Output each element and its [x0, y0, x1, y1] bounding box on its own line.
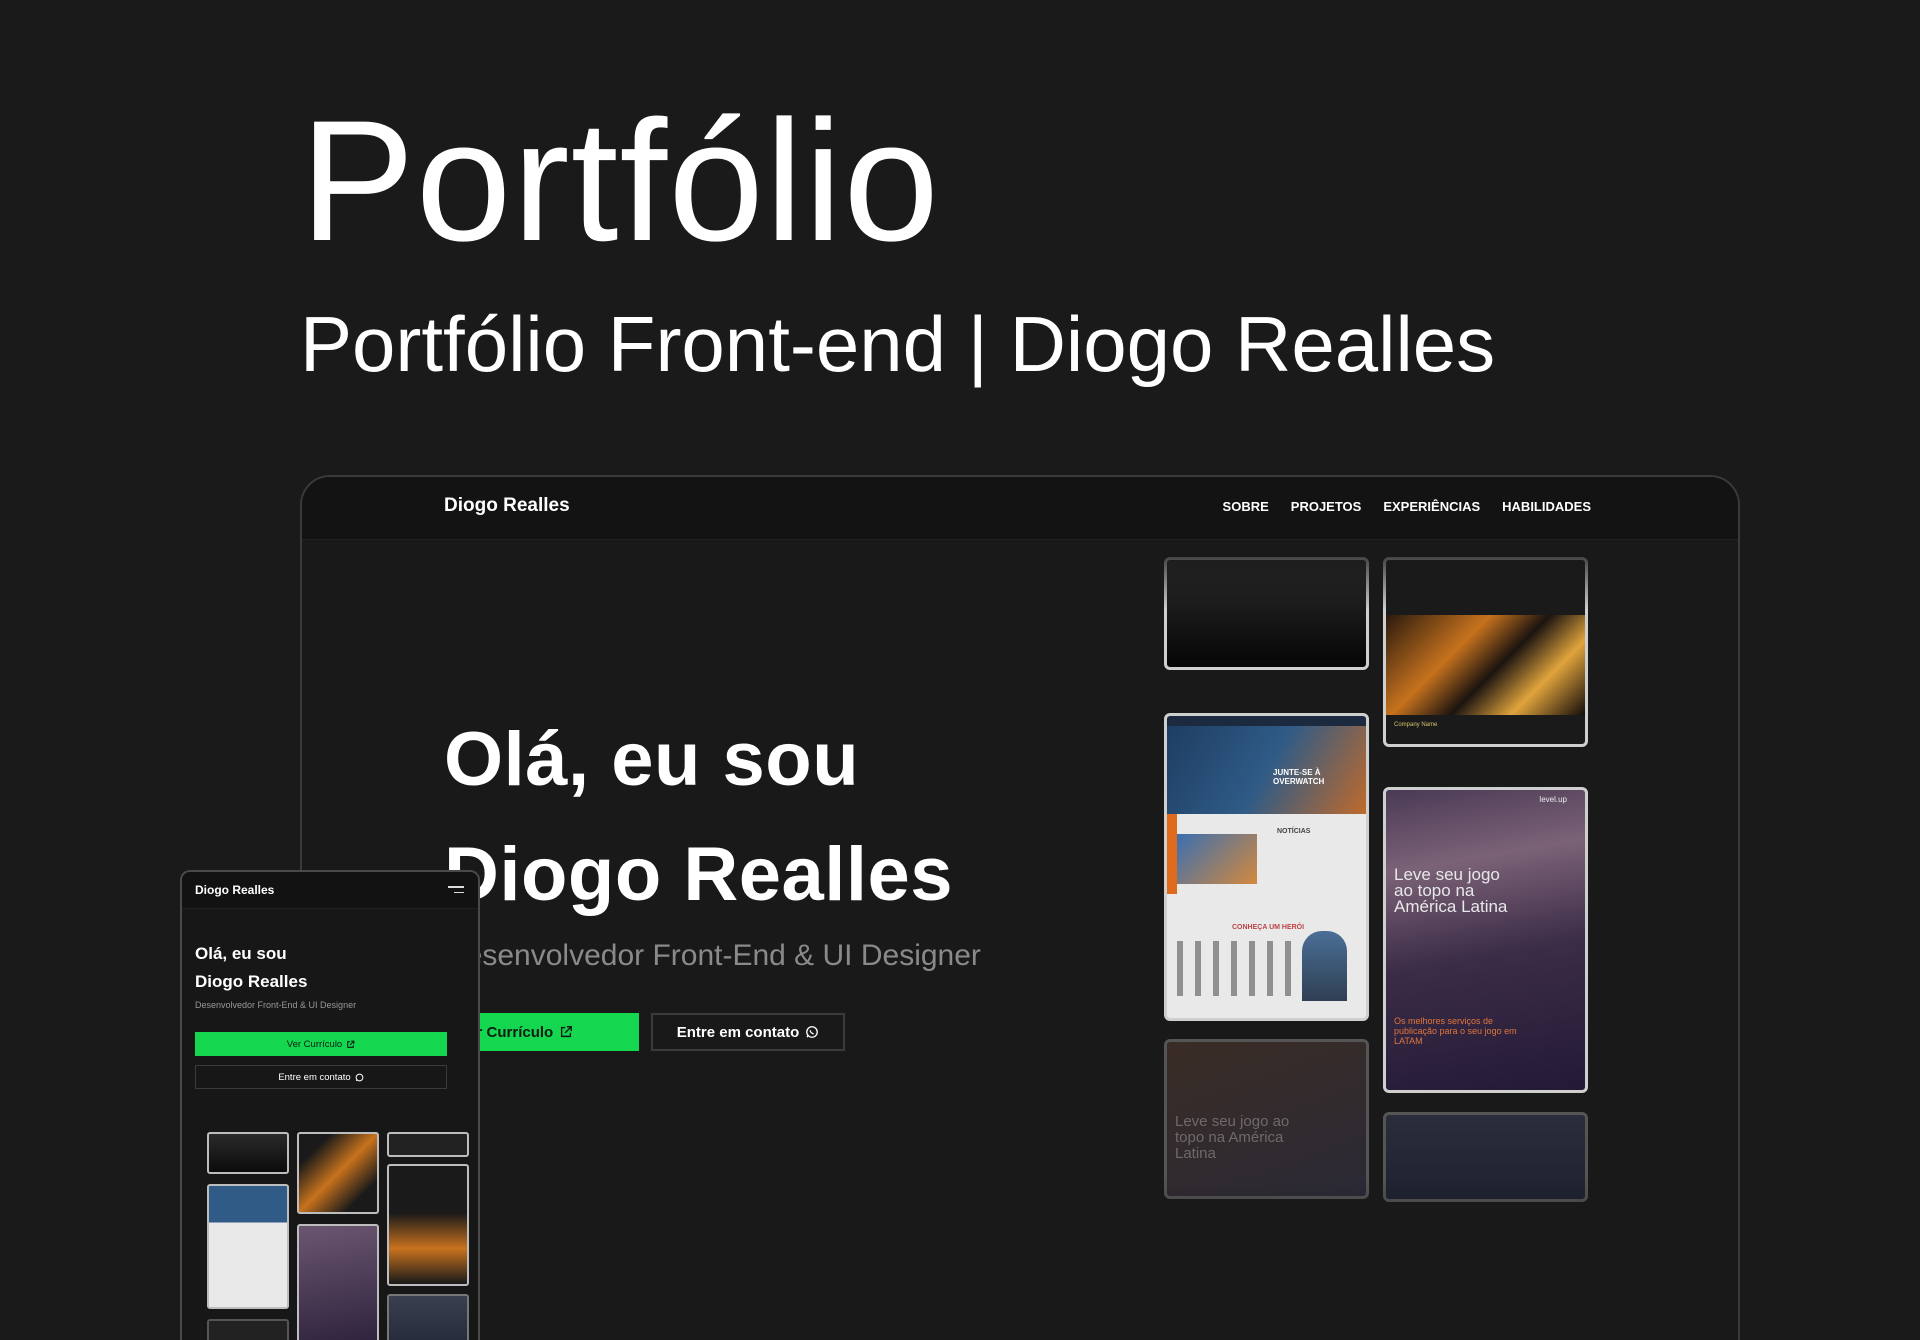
levelup-heading-faded: Leve seu jogo ao topo na América Latina	[1175, 1113, 1290, 1162]
overwatch-heroes-heading: CONHEÇA UM HERÓI	[1232, 924, 1305, 931]
external-link-icon	[347, 1040, 355, 1048]
whatsapp-icon	[806, 1026, 819, 1038]
mobile-card-7[interactable]	[387, 1164, 469, 1286]
mobile-navbar: Diogo Realles	[182, 872, 478, 909]
mobile-card-2[interactable]	[207, 1184, 289, 1309]
mobile-ver-curriculo-label: Ver Currículo	[286, 1038, 343, 1050]
desktop-logo[interactable]: Diogo Realles	[444, 495, 570, 517]
project-card-faded-bottom[interactable]	[1383, 1112, 1588, 1202]
project-card-levelup-faded[interactable]: Leve seu jogo ao topo na América Latina	[1164, 1039, 1369, 1199]
mobile-ver-curriculo-button[interactable]: Ver Currículo	[195, 1032, 447, 1056]
project-card-levelup[interactable]: level.up Leve seu jogo ao topo na Améric…	[1383, 787, 1588, 1093]
nav-link-experiencias[interactable]: EXPERIÊNCIAS	[1383, 499, 1480, 514]
desktop-hero-subtitle: Desenvolvedor Front-End & UI Designer	[444, 939, 981, 972]
project-card-dark-landscape[interactable]	[1164, 557, 1369, 670]
whatsapp-icon	[355, 1073, 364, 1081]
nav-link-sobre[interactable]: SOBRE	[1223, 499, 1269, 514]
page-subtitle: Portfólio Front-end | Diogo Realles	[300, 300, 1496, 388]
project-card-overwatch[interactable]: JUNTE-SE À OVERWATCH NOTÍCIAS CONHEÇA UM…	[1164, 713, 1369, 1021]
levelup-heading: Leve seu jogo ao topo na América Latina	[1394, 865, 1508, 916]
entre-em-contato-label: Entre em contato	[676, 1023, 800, 1041]
mobile-card-3[interactable]	[207, 1319, 289, 1340]
mobile-logo[interactable]: Diogo Realles	[195, 883, 274, 897]
mobile-card-8[interactable]	[387, 1294, 469, 1340]
mobile-card-5[interactable]	[297, 1224, 379, 1340]
mobile-card-4[interactable]	[297, 1132, 379, 1214]
project-card-abstract[interactable]: Company Name	[1383, 557, 1588, 747]
nav-link-projetos[interactable]: PROJETOS	[1291, 499, 1362, 514]
company-name-label: Company Name	[1394, 722, 1438, 728]
hero-line-2: Diogo Realles	[444, 832, 954, 917]
levelup-logo: level.up	[1539, 795, 1567, 804]
mobile-hero-line-1: Olá, eu sou	[195, 944, 287, 963]
mobile-card-1[interactable]	[207, 1132, 289, 1174]
overwatch-news-heading: NOTÍCIAS	[1277, 828, 1311, 835]
hero-line-1: Olá, eu sou	[444, 717, 860, 802]
levelup-subheading: Os melhores serviços de publicação para …	[1394, 1016, 1517, 1046]
desktop-hero-title: Olá, eu sou Diogo Realles	[444, 702, 953, 932]
mobile-entre-em-contato-label: Entre em contato	[278, 1071, 351, 1083]
mobile-card-6[interactable]	[387, 1132, 469, 1157]
hamburger-menu-icon[interactable]	[448, 886, 464, 897]
desktop-mockup: Diogo Realles SOBRE PROJETOS EXPERIÊNCIA…	[300, 475, 1740, 1340]
desktop-navbar: Diogo Realles SOBRE PROJETOS EXPERIÊNCIA…	[302, 477, 1738, 540]
external-link-icon	[561, 1026, 573, 1038]
nav-link-habilidades[interactable]: HABILIDADES	[1502, 499, 1591, 514]
mobile-hero-title: Olá, eu sou Diogo Realles	[195, 940, 307, 996]
desktop-nav-links: SOBRE PROJETOS EXPERIÊNCIAS HABILIDADES	[1223, 499, 1591, 514]
page-title: Portfólio	[300, 85, 940, 277]
mobile-hero-subtitle: Desenvolvedor Front-End & UI Designer	[195, 1000, 357, 1010]
mobile-hero-line-2: Diogo Realles	[195, 972, 308, 991]
mobile-mockup: Diogo Realles Olá, eu sou Diogo Realles …	[180, 870, 480, 1340]
overwatch-join-heading: JUNTE-SE À OVERWATCH	[1273, 768, 1325, 786]
mobile-entre-em-contato-button[interactable]: Entre em contato	[195, 1065, 447, 1089]
entre-em-contato-button[interactable]: Entre em contato	[651, 1013, 845, 1051]
